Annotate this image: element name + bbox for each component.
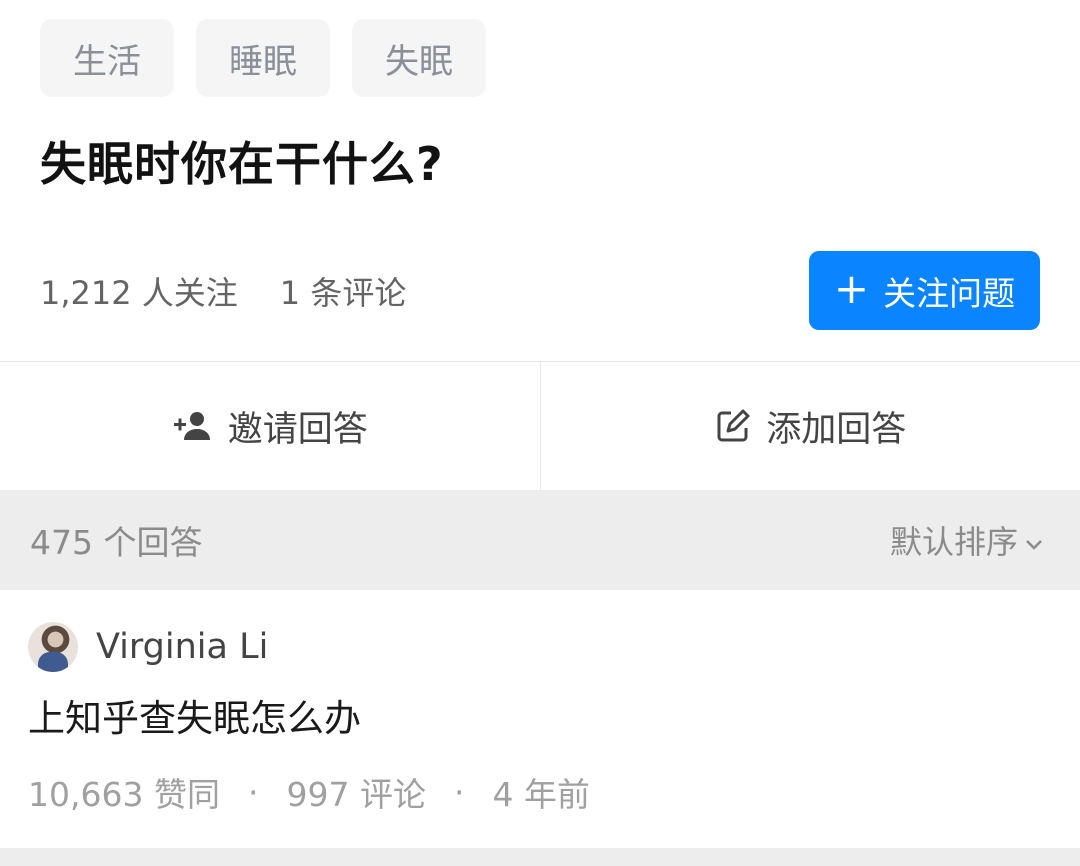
comments-count[interactable]: 1 条评论: [280, 268, 407, 314]
answers-header: 475 个回答 默认排序: [0, 490, 1080, 590]
invite-answer-button[interactable]: 邀请回答: [0, 362, 540, 490]
plus-icon: +: [833, 264, 870, 313]
author-name[interactable]: Virginia Li: [96, 627, 268, 667]
sort-dropdown[interactable]: 默认排序: [890, 517, 1044, 563]
invite-person-icon: [172, 409, 214, 443]
separator-dot: ·: [247, 772, 259, 812]
answer-author[interactable]: Virginia Li: [28, 622, 268, 672]
separator-dot: ·: [453, 772, 465, 812]
question-title: 失眠时你在干什么?: [40, 137, 444, 191]
avatar[interactable]: [28, 622, 78, 672]
topic-tag-sleep[interactable]: 睡眠: [196, 19, 330, 97]
answer-excerpt[interactable]: 上知乎查失眠怎么办: [28, 688, 361, 742]
answers-count: 475 个回答: [30, 523, 203, 562]
answer-time: 4 年前: [492, 775, 590, 814]
bottom-divider: [0, 848, 1080, 866]
likes-count: 10,663 赞同: [28, 775, 220, 814]
add-answer-label: 添加回答: [766, 409, 907, 450]
topic-tag-insomnia[interactable]: 失眠: [352, 19, 486, 97]
topic-tag-life[interactable]: 生活: [40, 19, 174, 97]
answer-comments-count: 997 评论: [286, 775, 426, 814]
answer-meta: 10,663 赞同 · 997 评论 · 4 年前: [28, 768, 590, 816]
sort-label: 默认排序: [889, 523, 1018, 561]
answer-card[interactable]: Virginia Li 上知乎查失眠怎么办 10,663 赞同 · 997 评论…: [0, 590, 1080, 848]
question-stats: 1,212 人关注 1 条评论: [40, 268, 406, 314]
follow-question-label: 关注问题: [883, 273, 1016, 313]
question-actions: 邀请回答 添加回答: [0, 362, 1080, 490]
follow-question-button[interactable]: + 关注问题: [809, 251, 1040, 330]
chevron-down-icon: [1024, 521, 1044, 559]
topic-tags: 生活 睡眠 失眠: [40, 19, 486, 97]
edit-icon: [714, 407, 752, 445]
add-answer-button[interactable]: 添加回答: [539, 362, 1080, 490]
invite-answer-label: 邀请回答: [227, 409, 368, 450]
followers-count: 1,212 人关注: [40, 274, 238, 312]
